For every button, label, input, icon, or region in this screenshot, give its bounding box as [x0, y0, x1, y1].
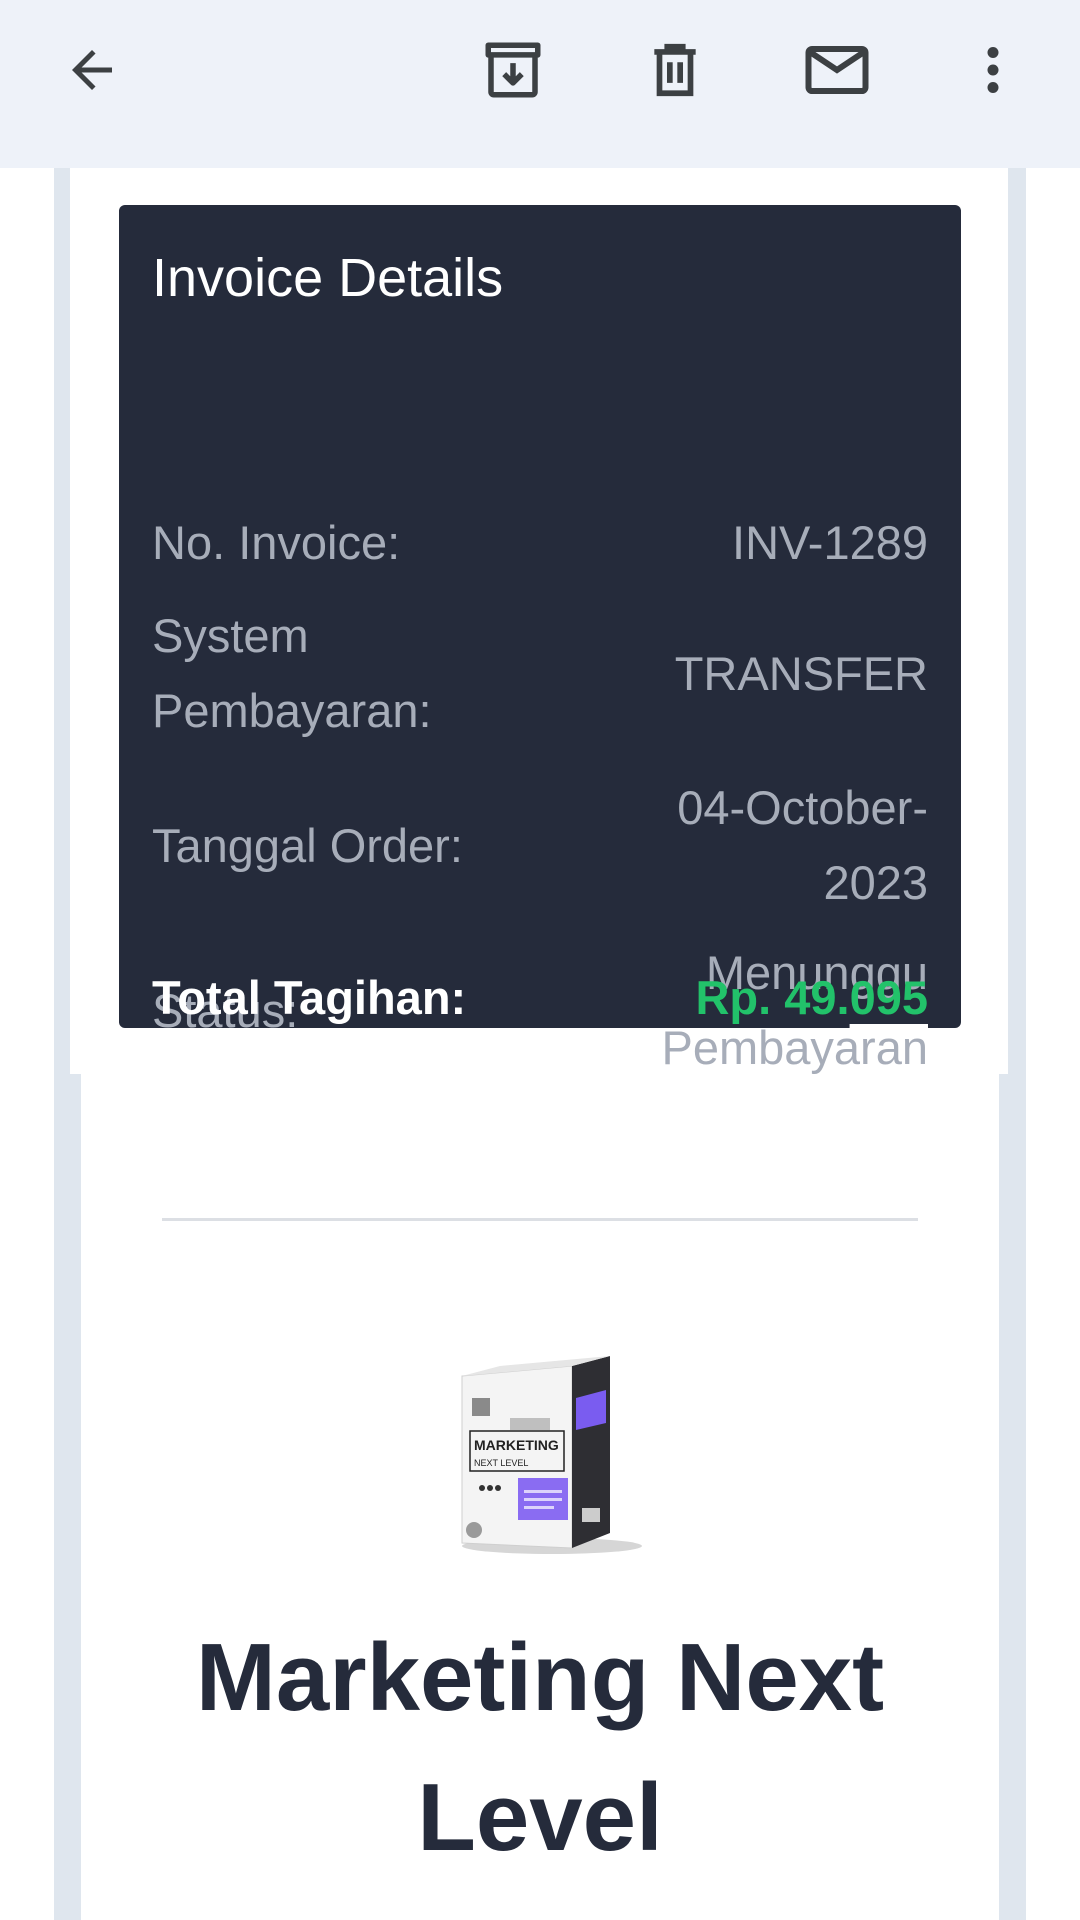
invoice-number-label: No. Invoice: [152, 516, 401, 569]
email-body[interactable]: Invoice Details No. Invoice: INV-1289 Sy… [0, 168, 1080, 1920]
invoice-row-number: No. Invoice: INV-1289 [152, 505, 928, 580]
product-box-subtitle: NEXT LEVEL [474, 1458, 528, 1468]
order-date-value: 04-October-2023 [677, 781, 928, 909]
section-divider [162, 1218, 918, 1221]
total-label: Total Tagihan: [152, 971, 467, 1024]
total-value-suffix: 095 [849, 971, 928, 1024]
order-date-label: Tanggal Order: [152, 818, 463, 872]
invoice-row-order-date: Tanggal Order: 04-October-2023 [152, 770, 928, 920]
invoice-row-total: Total Tagihan: Rp. 49.095 [152, 960, 928, 1035]
total-value-prefix: Rp. 49. [695, 971, 850, 1024]
top-app-bar [0, 0, 1080, 168]
payment-system-label: System Pembayaran: [152, 609, 432, 737]
arrow-left-icon[interactable] [52, 30, 132, 110]
invoice-number-value: INV-1289 [732, 516, 928, 569]
more-vertical-icon[interactable] [953, 30, 1033, 110]
total-value: Rp. 49.095 [695, 960, 928, 1035]
product-box-title: MARKETING [474, 1437, 559, 1453]
invoice-title: Invoice Details [152, 248, 504, 308]
invoice-details-card: Invoice Details No. Invoice: INV-1289 Sy… [119, 205, 961, 1074]
payment-system-value: TRANSFER [674, 646, 928, 700]
product-title: Marketing Next Level [195, 1624, 885, 1871]
mail-icon[interactable] [797, 30, 877, 110]
product-box-image: MARKETING NEXT LEVEL [452, 1338, 652, 1558]
trash-icon[interactable] [635, 30, 715, 110]
archive-download-icon[interactable] [473, 30, 553, 110]
invoice-row-payment-system: System Pembayaran: TRANSFER [152, 598, 928, 748]
